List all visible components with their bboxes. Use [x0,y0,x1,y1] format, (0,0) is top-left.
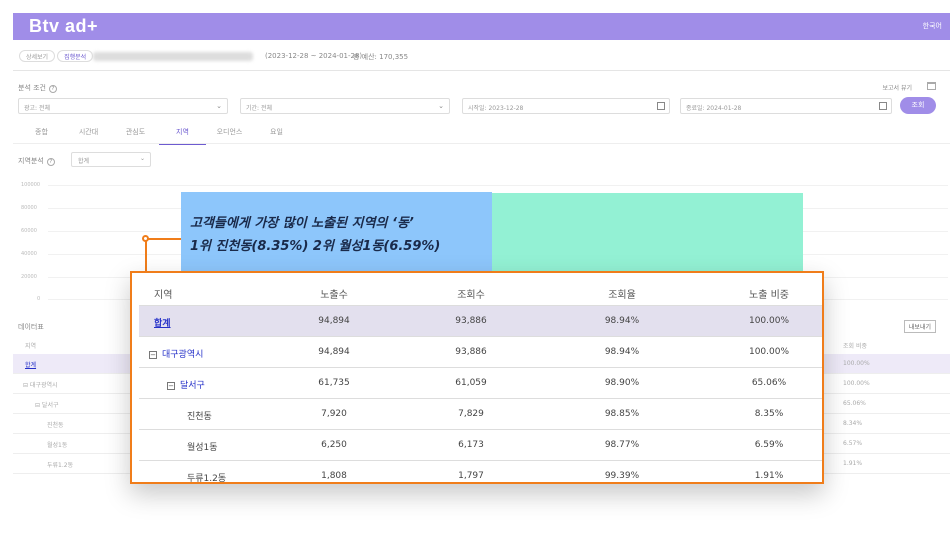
total-link[interactable]: 합계 [154,316,171,329]
export-button[interactable]: 내보내기 [903,320,936,333]
y-tick: 80000 [21,205,37,211]
table-row: − 대구광역시 94,894 93,886 98.94% 100.00% [139,337,822,368]
query-button[interactable]: 조회 [900,97,936,114]
ad-select[interactable]: 광고: 전체 ⌄ [18,98,228,114]
region-analysis-label: 지역분석? [18,156,55,166]
end-date-input[interactable]: 종료일: 2024-01-28 [680,98,892,114]
callout-text: 고객들에게 가장 많이 노출된 지역의 ‘동’ 1위 진천동(8.35%) 2위… [190,212,440,258]
campaign-name-blurred [93,52,253,61]
y-tick: 100000 [21,182,41,188]
header-impression-share: 노출 비중 [749,290,789,301]
region-duryu12: 두류1.2동 [187,474,227,484]
crumb-analysis[interactable]: 집행분석 [57,50,94,62]
region-jincheon: 진천동 [187,412,212,422]
callout-connector [145,238,147,271]
logo[interactable]: Btv ad+ [29,16,98,37]
y-tick: 20000 [21,274,37,280]
table-row: 월성1동 6,250 6,173 98.77% 6.59% [139,430,822,461]
tab-underline [13,143,950,144]
table-header: 지역 노출수 조회수 조회율 노출 비중 [139,277,822,306]
region-analysis-select[interactable]: 합계 ⌄ [71,152,151,167]
y-tick: 0 [37,296,41,302]
header-views: 조회수 [457,290,485,301]
language-selector[interactable]: 한국어 [923,21,942,31]
report-setting-link[interactable]: 보고서 뷰기 [882,83,912,92]
gridline [48,185,948,186]
filter-icon[interactable] [927,82,936,90]
chevron-down-icon: ⌄ [438,102,444,110]
data-table-title: 데이터표 [18,323,44,331]
start-date-input[interactable]: 시작일: 2023-12-28 [462,98,670,114]
help-icon[interactable]: ? [49,85,57,93]
top-bar: Btv ad+ 한국어 [13,13,950,40]
total-budget: 총 예산: 170,355 [353,53,409,61]
y-tick: 40000 [21,251,37,257]
header-view-rate: 조회율 [608,290,636,301]
analysis-condition-label: 분석 조건? [18,83,57,93]
callout-line-2: 1위 진천동(8.35%) 2위 월성1동(6.59%) [190,239,441,254]
y-tick: 60000 [21,228,37,234]
period-select[interactable]: 기간: 전체 ⌄ [240,98,450,114]
header-impressions: 노출수 [320,290,348,301]
table-row: 진천동 7,920 7,829 98.85% 8.35% [139,399,822,430]
collapse-icon[interactable]: − [167,382,175,390]
table-row: 두류1.2동 1,808 1,797 99.39% 1.91% [139,461,822,484]
crumb-detail[interactable]: 상세보기 [19,50,56,62]
region-daegu[interactable]: 대구광역시 [162,350,203,360]
callout-connector-dot [142,235,149,242]
calendar-icon[interactable] [657,102,665,110]
help-icon[interactable]: ? [46,158,55,166]
calendar-icon[interactable] [879,102,887,110]
divider [13,70,950,71]
chevron-down-icon: ⌄ [139,155,145,162]
collapse-icon[interactable]: − [149,351,157,359]
callout-accent-block [492,193,803,271]
breadcrumb: 상세보기 집행분석 [19,50,94,62]
chevron-down-icon: ⌄ [216,102,222,110]
campaign-period: (2023-12-28 ~ 2024-01-28) [265,52,363,60]
table-row-total: 합계 94,894 93,886 98.94% 100.00% [139,306,822,337]
region-wolseong1: 월성1동 [187,443,218,453]
callout-box: 고객들에게 가장 많이 노출된 지역의 ‘동’ 1위 진천동(8.35%) 2위… [181,192,492,271]
region-dalseo[interactable]: 달서구 [180,381,205,391]
callout-connector [145,238,181,240]
header-region: 지역 [154,290,173,301]
zoomed-region-table: 지역 노출수 조회수 조회율 노출 비중 합계 94,894 93,886 98… [130,271,824,484]
callout-line-1: 고객들에게 가장 많이 노출된 지역의 ‘동’ [190,216,414,231]
table-row: − 달서구 61,735 61,059 98.90% 65.06% [139,368,822,399]
